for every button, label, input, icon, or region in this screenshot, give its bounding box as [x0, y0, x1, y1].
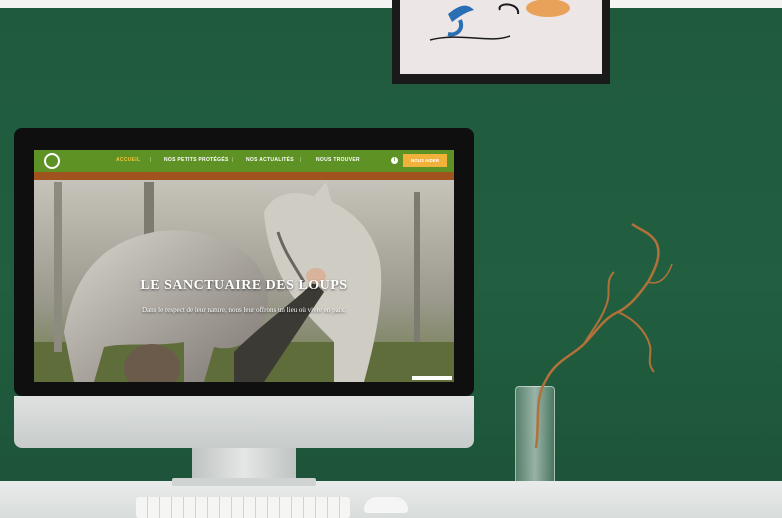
- nav-separator: |: [300, 157, 302, 163]
- hero-top-band: [34, 172, 454, 180]
- scroll-indicator: [412, 376, 452, 380]
- hero-title: LE SANCTUAIRE DES LOUPS: [140, 278, 348, 293]
- nav-separator: |: [232, 157, 234, 163]
- hero-wolves-photo: [34, 172, 454, 382]
- imac-stand: [192, 448, 296, 482]
- cta-button[interactable]: NOUS AIDER: [403, 154, 447, 167]
- hero-subtitle: Dans le respect de leur nature, nous leu…: [142, 306, 346, 314]
- nav-accueil[interactable]: ACCUEIL: [116, 157, 140, 163]
- nav-petits-proteges[interactable]: NOS PETITS PROTÉGÉS: [164, 157, 229, 163]
- nav-separator: |: [150, 157, 152, 163]
- mouse: [364, 497, 408, 513]
- keyboard: [136, 497, 350, 518]
- site-nav-bar: ACCUEIL | NOS PETITS PROTÉGÉS | NOS ACTU…: [34, 150, 454, 172]
- site-logo-icon[interactable]: [44, 153, 60, 169]
- imac-stand-base: [172, 478, 316, 486]
- imac-chin: [14, 396, 474, 448]
- imac-screen: ACCUEIL | NOS PETITS PROTÉGÉS | NOS ACTU…: [34, 150, 454, 382]
- nav-actualites[interactable]: NOS ACTUALITÉS: [246, 157, 294, 163]
- nav-nous-trouver[interactable]: NOUS TROUVER: [316, 157, 360, 163]
- info-icon[interactable]: i: [391, 157, 398, 164]
